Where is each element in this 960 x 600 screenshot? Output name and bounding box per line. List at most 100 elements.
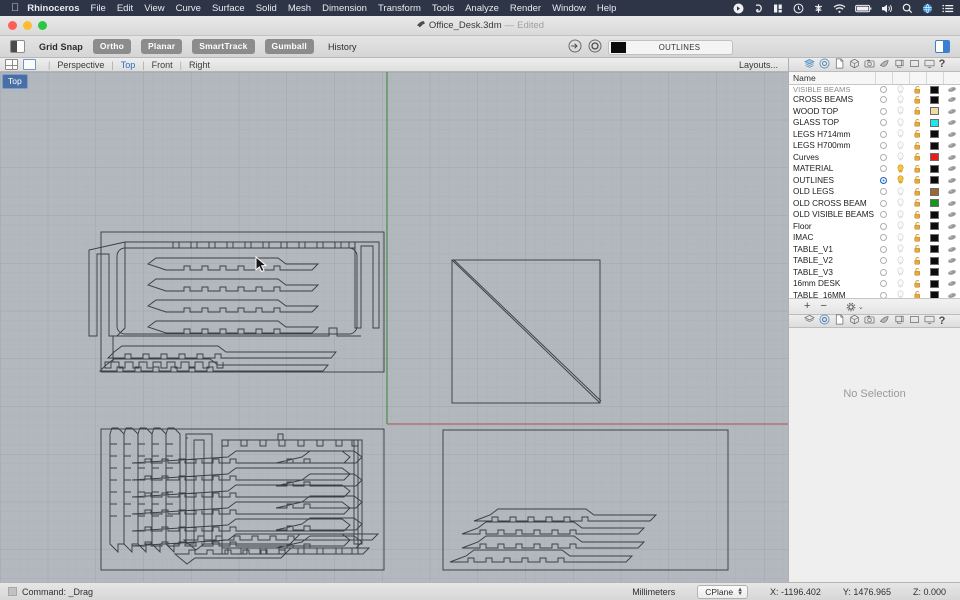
layer-lock-icon[interactable] — [909, 106, 926, 116]
help-icon[interactable]: ? — [939, 59, 946, 70]
layer-lock-icon[interactable] — [909, 233, 926, 243]
layer-color-swatch[interactable] — [926, 268, 943, 277]
menu-item-mesh[interactable]: Mesh — [288, 3, 311, 14]
layer-lock-icon[interactable] — [909, 198, 926, 208]
top-viewport[interactable]: Top — [0, 72, 788, 582]
layer-material-icon[interactable] — [943, 257, 960, 264]
layer-lock-icon[interactable] — [909, 267, 926, 277]
layer-options-menu[interactable]: ⌄ — [846, 302, 864, 312]
tab-top[interactable]: Top — [121, 60, 136, 70]
menu-item-window[interactable]: Window — [552, 3, 586, 14]
layer-visibility-bulb-icon[interactable] — [892, 118, 909, 128]
layer-visibility-bulb-icon[interactable] — [892, 129, 909, 139]
layer-material-icon[interactable] — [943, 142, 960, 149]
layer-row[interactable]: LEGS H700mm — [789, 140, 960, 152]
layer-material-icon[interactable] — [943, 269, 960, 276]
menu-item-curve[interactable]: Curve — [176, 3, 201, 14]
menu-item-dimension[interactable]: Dimension — [322, 3, 367, 14]
layer-visibility-bulb-icon[interactable] — [892, 198, 909, 208]
layer-current-radio[interactable] — [875, 257, 892, 265]
display-icon[interactable] — [894, 312, 905, 330]
named-views-icon[interactable] — [909, 312, 920, 330]
layer-material-icon[interactable] — [943, 292, 960, 298]
layouts-button[interactable]: Layouts... — [739, 60, 788, 70]
layer-row[interactable]: TABLE_V2 — [789, 255, 960, 267]
layer-current-radio[interactable] — [875, 176, 892, 184]
menu-item-solid[interactable]: Solid — [256, 3, 277, 14]
left-pane-toggle[interactable] — [10, 40, 25, 53]
layer-lock-icon[interactable] — [909, 141, 926, 151]
layer-row[interactable]: OLD CROSS BEAM — [789, 198, 960, 210]
render-icon[interactable] — [879, 312, 890, 330]
stepper-icon[interactable]: ▲ ▼ — [737, 587, 743, 597]
remove-layer-button[interactable]: − — [817, 301, 829, 312]
layer-material-icon[interactable] — [943, 234, 960, 241]
layer-current-radio[interactable] — [875, 280, 892, 288]
layer-visibility-bulb-icon[interactable] — [892, 187, 909, 197]
layer-lock-icon[interactable] — [909, 210, 926, 220]
layer-current-radio[interactable] — [875, 211, 892, 219]
command-history-toggle[interactable] — [8, 587, 17, 596]
layer-visibility-bulb-icon[interactable] — [892, 221, 909, 231]
layer-visibility-bulb-icon[interactable] — [892, 279, 909, 289]
layer-visibility-bulb-icon[interactable] — [892, 95, 909, 105]
layer-color-swatch[interactable] — [926, 187, 943, 196]
smarttrack-toggle[interactable]: SmartTrack — [192, 39, 255, 54]
layer-color-swatch[interactable] — [926, 256, 943, 265]
menu-item-render[interactable]: Render — [510, 3, 541, 14]
viewport-label[interactable]: Top — [2, 74, 28, 89]
cplane-selector[interactable]: CPlane ▲ ▼ — [697, 584, 749, 600]
layer-lock-icon[interactable] — [909, 244, 926, 254]
object-icon[interactable] — [849, 56, 860, 74]
layer-row[interactable]: TABLE_16MM — [789, 290, 960, 298]
layer-current-radio[interactable] — [875, 107, 892, 115]
layer-visibility-bulb-icon[interactable] — [892, 233, 909, 243]
layer-color-swatch[interactable] — [926, 176, 943, 185]
planar-toggle[interactable]: Planar — [141, 39, 183, 54]
layer-lock-icon[interactable] — [909, 279, 926, 289]
layer-material-icon[interactable] — [943, 177, 960, 184]
layer-material-icon[interactable] — [943, 200, 960, 207]
layer-material-icon[interactable] — [943, 131, 960, 138]
layer-current-radio[interactable] — [875, 153, 892, 161]
layer-row[interactable]: IMAC — [789, 232, 960, 244]
menu-item-tools[interactable]: Tools — [432, 3, 454, 14]
battery-icon[interactable] — [855, 3, 872, 14]
layer-lock-icon[interactable] — [909, 95, 926, 105]
layers-icon[interactable] — [803, 312, 815, 330]
named-views-icon[interactable] — [909, 56, 920, 74]
layer-current-radio[interactable] — [875, 188, 892, 196]
command-prompt[interactable]: Command: _Drag — [22, 587, 93, 597]
dropbox-sync-icon[interactable] — [813, 3, 824, 14]
tab-front[interactable]: Front — [152, 60, 173, 70]
layer-lock-icon[interactable] — [909, 85, 926, 95]
camera-icon[interactable] — [864, 312, 875, 330]
layer-lock-icon[interactable] — [909, 175, 926, 185]
menu-app-name[interactable]: Rhinoceros — [27, 3, 79, 14]
layer-color-swatch[interactable] — [926, 107, 943, 116]
layer-current-radio[interactable] — [875, 142, 892, 150]
layer-color-swatch[interactable] — [926, 279, 943, 288]
globe-icon[interactable] — [922, 3, 933, 14]
layer-color-swatch[interactable] — [926, 164, 943, 173]
layer-lock-icon[interactable] — [909, 290, 926, 298]
layer-color-swatch[interactable] — [926, 233, 943, 242]
layer-material-icon[interactable] — [943, 108, 960, 115]
dropbox-icon[interactable] — [733, 3, 744, 14]
layer-color-swatch[interactable] — [926, 199, 943, 208]
menu-item-transform[interactable]: Transform — [378, 3, 421, 14]
wifi-icon[interactable] — [833, 3, 846, 14]
layers-icon[interactable] — [803, 56, 815, 74]
layer-lock-icon[interactable] — [909, 256, 926, 266]
layer-lock-icon[interactable] — [909, 164, 926, 174]
layer-material-icon[interactable] — [943, 246, 960, 253]
single-viewport-icon[interactable] — [23, 59, 36, 70]
history-toggle[interactable]: History — [328, 42, 357, 52]
layer-material-icon[interactable] — [943, 211, 960, 218]
layer-material-icon[interactable] — [943, 96, 960, 103]
layer-material-icon[interactable] — [943, 280, 960, 287]
layer-material-icon[interactable] — [943, 165, 960, 172]
layer-color-swatch[interactable] — [926, 222, 943, 231]
layer-row[interactable]: Curves — [789, 152, 960, 164]
layer-color-swatch[interactable] — [926, 153, 943, 162]
